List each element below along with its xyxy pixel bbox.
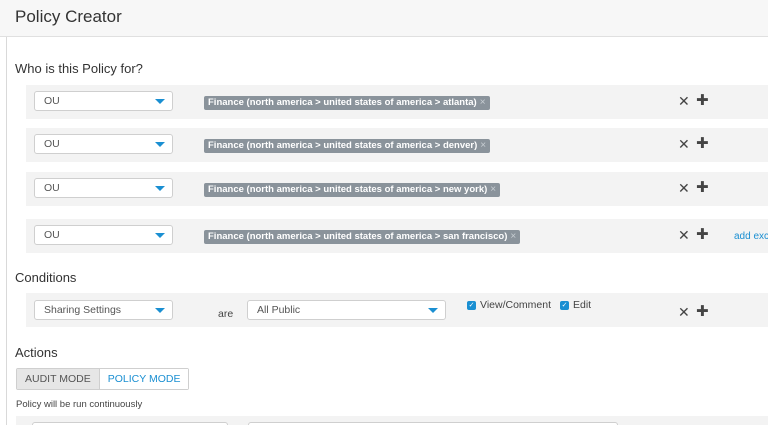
left-border bbox=[6, 0, 7, 425]
operator-label: are bbox=[218, 308, 234, 320]
ou-tag: Finance (north america > united states o… bbox=[204, 183, 501, 197]
checkbox-checked-icon: ✓ bbox=[467, 301, 476, 310]
chevron-down-icon bbox=[155, 142, 165, 147]
remove-row-icon[interactable]: ✕ bbox=[678, 94, 690, 108]
policy-mode-button[interactable]: POLICY MODE bbox=[99, 369, 189, 389]
add-row-icon[interactable]: ✚ bbox=[696, 304, 709, 319]
select-value: OU bbox=[44, 95, 60, 107]
run-note: Policy will be run continuously bbox=[16, 399, 143, 410]
remove-row-icon[interactable]: ✕ bbox=[678, 305, 690, 319]
tag-remove-icon[interactable]: × bbox=[480, 139, 486, 153]
condition-field-select[interactable]: Sharing Settings bbox=[34, 300, 173, 320]
action-row bbox=[16, 416, 768, 425]
add-row-icon[interactable]: ✚ bbox=[696, 180, 709, 195]
add-row-icon[interactable]: ✚ bbox=[696, 227, 709, 242]
select-value: OU bbox=[44, 229, 60, 241]
select-value: OU bbox=[44, 138, 60, 150]
condition-row: Sharing Settings are All Public ✓ View/C… bbox=[26, 293, 768, 327]
ou-type-select[interactable]: OU bbox=[34, 178, 173, 198]
remove-row-icon[interactable]: ✕ bbox=[678, 181, 690, 195]
page-title: Policy Creator bbox=[15, 7, 122, 26]
remove-row-icon[interactable]: ✕ bbox=[678, 228, 690, 242]
chevron-down-icon bbox=[155, 233, 165, 238]
policy-creator-page: Policy Creator Who is this Policy for? O… bbox=[0, 0, 768, 425]
remove-row-icon[interactable]: ✕ bbox=[678, 137, 690, 151]
ou-tag-label: Finance (north america > united states o… bbox=[208, 231, 508, 242]
who-row-3: OU Finance (north america > united state… bbox=[26, 172, 768, 206]
header-bar: Policy Creator bbox=[0, 0, 768, 37]
checkbox-checked-icon: ✓ bbox=[560, 301, 569, 310]
ou-tag: Finance (north america > united states o… bbox=[204, 96, 490, 110]
chevron-down-icon bbox=[428, 308, 438, 313]
mode-toggle: AUDIT MODE POLICY MODE bbox=[16, 368, 190, 390]
who-row-1: OU Finance (north america > united state… bbox=[26, 85, 768, 119]
view-comment-checkbox[interactable]: ✓ View/Comment bbox=[467, 299, 551, 312]
chevron-down-icon bbox=[155, 186, 165, 191]
checkbox-label: View/Comment bbox=[480, 299, 551, 311]
conditions-title: Conditions bbox=[15, 270, 77, 285]
ou-tag: Finance (north america > united states o… bbox=[204, 230, 521, 244]
ou-tag-label: Finance (north america > united states o… bbox=[208, 140, 478, 151]
select-value: All Public bbox=[257, 304, 301, 316]
ou-tag-label: Finance (north america > united states o… bbox=[208, 184, 488, 195]
select-value: Sharing Settings bbox=[44, 304, 122, 316]
chevron-down-icon bbox=[155, 99, 165, 104]
add-exception-link[interactable]: add exc bbox=[734, 231, 768, 243]
who-row-2: OU Finance (north america > united state… bbox=[26, 128, 768, 162]
audit-mode-button[interactable]: AUDIT MODE bbox=[17, 369, 100, 389]
chevron-down-icon bbox=[155, 308, 165, 313]
ou-type-select[interactable]: OU bbox=[34, 91, 173, 111]
add-row-icon[interactable]: ✚ bbox=[696, 93, 709, 108]
ou-type-select[interactable]: OU bbox=[34, 225, 173, 245]
tag-remove-icon[interactable]: × bbox=[480, 96, 486, 110]
ou-type-select[interactable]: OU bbox=[34, 134, 173, 154]
who-row-4: OU Finance (north america > united state… bbox=[26, 219, 768, 253]
tag-remove-icon[interactable]: × bbox=[490, 183, 496, 197]
ou-tag-label: Finance (north america > united states o… bbox=[208, 97, 477, 108]
add-row-icon[interactable]: ✚ bbox=[696, 136, 709, 151]
ou-tag: Finance (north america > united states o… bbox=[204, 139, 491, 153]
checkbox-label: Edit bbox=[573, 299, 592, 311]
actions-title: Actions bbox=[15, 345, 58, 360]
edit-checkbox[interactable]: ✓ Edit bbox=[560, 299, 591, 312]
select-value: OU bbox=[44, 182, 60, 194]
tag-remove-icon[interactable]: × bbox=[510, 230, 516, 244]
who-section-title: Who is this Policy for? bbox=[15, 61, 143, 76]
condition-value-select[interactable]: All Public bbox=[247, 300, 446, 320]
